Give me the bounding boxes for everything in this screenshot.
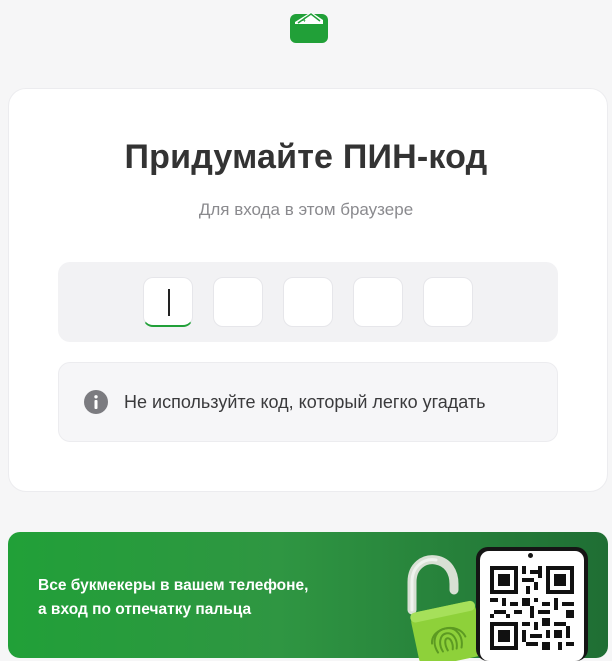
qr-code-icon[interactable] bbox=[490, 566, 574, 650]
pin-digit-3[interactable] bbox=[283, 277, 333, 327]
text-caret bbox=[168, 289, 170, 316]
pin-digit-2[interactable] bbox=[213, 277, 263, 327]
hint-text: Не используйте код, который легко угадат… bbox=[124, 392, 486, 412]
info-icon bbox=[84, 390, 108, 414]
promo-line-1: Все букмекеры в вашем телефоне, bbox=[38, 577, 309, 594]
wallet-app-logo-icon: 4 bbox=[290, 12, 328, 43]
page-title: Придумайте ПИН-код bbox=[124, 138, 488, 176]
page-subtitle: Для входа в этом браузере bbox=[198, 200, 414, 219]
pin-digit-1[interactable] bbox=[143, 277, 193, 327]
promo-text: Все букмекеры в вашем телефоне, а вход п… bbox=[38, 574, 308, 622]
svg-text:4: 4 bbox=[302, 17, 306, 24]
promo-line-2: а вход по отпечатку пальца bbox=[38, 601, 252, 618]
pin-digit-4[interactable] bbox=[353, 277, 403, 327]
pin-digit-5[interactable] bbox=[423, 277, 473, 327]
fingerprint-padlock-icon bbox=[407, 555, 484, 661]
phone-camera bbox=[528, 553, 533, 558]
